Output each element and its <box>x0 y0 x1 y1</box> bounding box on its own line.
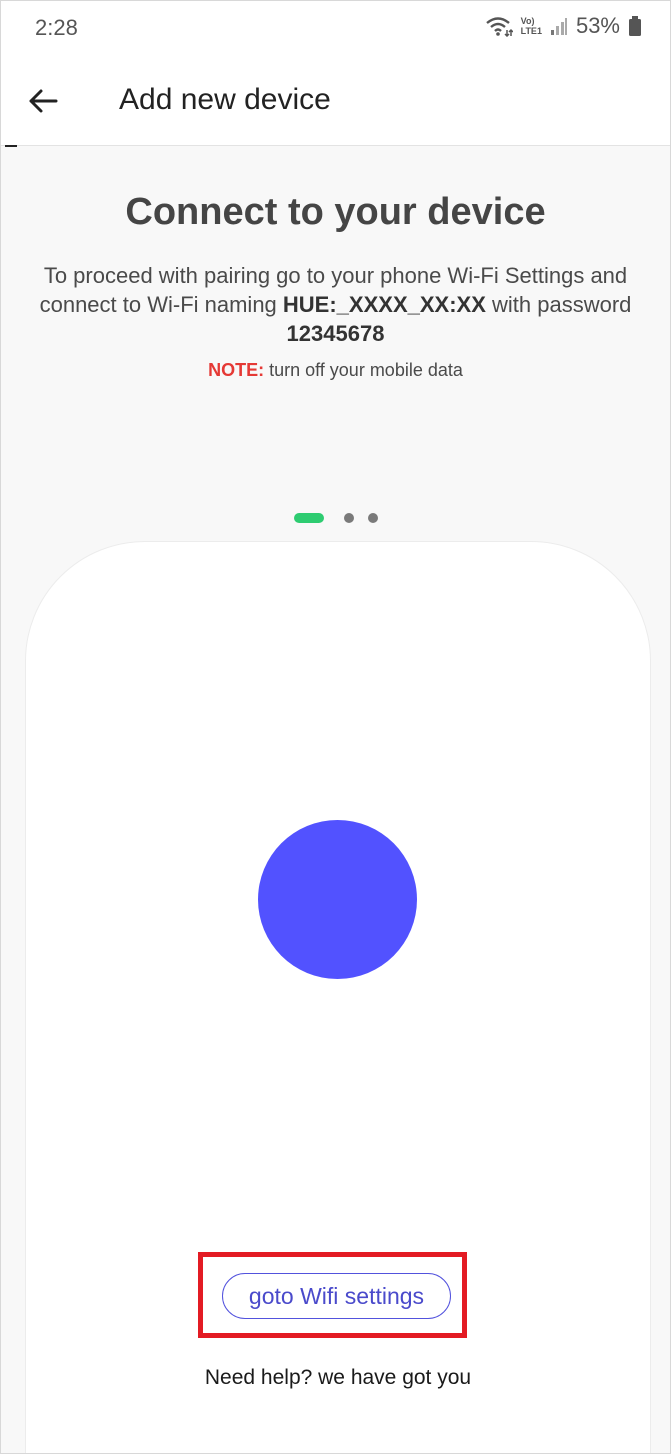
wifi-network-name: HUE:_XXXX_XX:XX <box>282 292 486 317</box>
instruction-card: goto Wifi settings Need help? we have go… <box>25 541 651 1453</box>
section-heading: Connect to your device <box>125 191 546 233</box>
page-title: Add new device <box>119 83 331 116</box>
note-body: turn off your mobile data <box>264 360 463 380</box>
note-label: NOTE: <box>208 360 265 380</box>
page-dot[interactable] <box>367 513 378 523</box>
status-bar: 2:28 Vo) LTE1 53% <box>1 1 670 57</box>
help-link[interactable]: Need help? we have got you <box>26 1366 650 1390</box>
volte-label-top: Vo) <box>520 16 535 26</box>
page-indicator <box>1 513 670 523</box>
instruction-part2: with password <box>485 292 632 317</box>
screen: 2:28 Vo) LTE1 53% Add new device Connect… <box>0 0 671 1454</box>
status-icons: Vo) LTE1 53% <box>485 13 642 39</box>
back-button[interactable] <box>19 77 67 125</box>
app-bar: Add new device <box>1 57 670 146</box>
page-dot[interactable] <box>343 513 354 523</box>
volte-label-bottom: LTE1 <box>520 26 542 36</box>
volte-icon: Vo) LTE1 <box>521 16 542 36</box>
arrow-left-icon <box>28 88 58 114</box>
divider-mark <box>5 145 17 147</box>
status-time: 2:28 <box>35 15 78 40</box>
battery-percent: 53% <box>575 13 620 38</box>
goto-wifi-settings-button[interactable]: goto Wifi settings <box>222 1273 451 1319</box>
note-text: NOTE: turn off your mobile data <box>1 360 670 381</box>
page-dot-active[interactable] <box>293 513 324 523</box>
wifi-icon <box>485 15 513 37</box>
device-illustration <box>258 820 417 979</box>
wifi-password: 12345678 <box>286 321 385 346</box>
battery-icon <box>628 15 642 37</box>
instructions-text: To proceed with pairing go to your phone… <box>21 261 650 348</box>
signal-icon <box>550 16 568 36</box>
